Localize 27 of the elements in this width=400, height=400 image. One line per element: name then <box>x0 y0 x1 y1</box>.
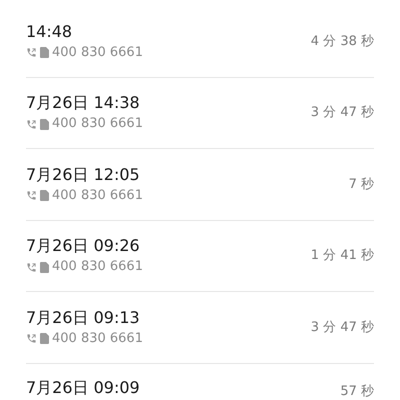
outgoing-call-icon <box>26 47 37 58</box>
call-time: 7月26日 09:09 <box>26 378 140 398</box>
call-duration: 1 分 41 秒 <box>310 247 374 265</box>
call-time: 14:48 <box>26 22 74 42</box>
outgoing-call-icon <box>26 262 37 273</box>
outgoing-call-icon <box>26 118 37 130</box>
phone-number: 400 830 6661 <box>52 116 143 132</box>
sim-card-icon <box>40 118 49 130</box>
sim-card-icon <box>40 333 49 344</box>
phone-number: 400 830 6661 <box>52 188 143 204</box>
sim-card-icon <box>40 190 49 202</box>
call-time: 7月26日 09:13 <box>26 308 141 328</box>
sim-card-icon <box>40 262 49 273</box>
call-time: 7月26日 12:05 <box>26 164 141 185</box>
outgoing-call-icon <box>26 333 37 344</box>
sim-card-icon <box>40 47 49 58</box>
phone-number: 400 830 6661 <box>52 259 143 276</box>
call-duration: 57 秒 <box>340 382 374 398</box>
call-duration: 4 分 38 秒 <box>310 32 374 50</box>
call-time: 7月26日 14:38 <box>26 93 141 114</box>
call-time: 7月26日 09:26 <box>26 236 141 256</box>
phone-number: 400 830 6661 <box>52 44 143 61</box>
phone-number: 400 830 6661 <box>52 330 143 347</box>
outgoing-call-icon <box>26 190 37 202</box>
call-duration: 3 分 47 秒 <box>310 104 374 122</box>
call-duration: 3 分 47 秒 <box>310 318 374 336</box>
call-duration: 7 秒 <box>348 176 374 194</box>
